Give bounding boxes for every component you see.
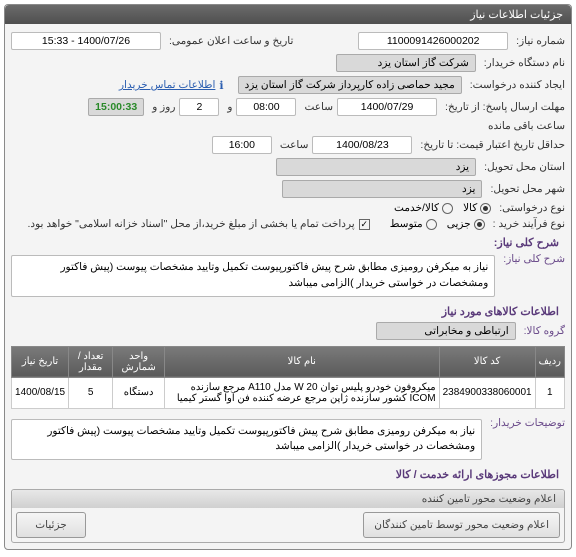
deadline-label: مهلت ارسال پاسخ: از تاریخ: <box>441 101 565 113</box>
td-date: 1400/08/15 <box>12 377 69 408</box>
public-date-input[interactable] <box>11 32 161 50</box>
delivery-province-value: یزد <box>276 158 476 176</box>
days-input[interactable] <box>179 98 219 116</box>
radio-goods[interactable]: کالا <box>463 202 491 214</box>
process-radios: جزیی متوسط <box>390 218 485 230</box>
permits-title: اطلاعات مجوزهای ارائه خدمت / کالا <box>11 464 565 483</box>
radio-service-label: کالا/خدمت <box>394 202 439 214</box>
req-number-input[interactable] <box>358 32 508 50</box>
req-number-label: شماره نیاز: <box>512 35 565 47</box>
radio-low-label: جزیی <box>447 218 471 230</box>
th-unit: واحد شمارش <box>113 346 165 377</box>
public-date-label: تاریخ و ساعت اعلان عمومی: <box>165 35 293 47</box>
notes-text: نیاز به میکرفن رومیزی مطابق شرح پیش فاکت… <box>11 419 482 461</box>
payment-checkbox[interactable] <box>359 219 370 230</box>
group-value: ارتباطی و مخابراتی <box>376 322 516 340</box>
group-label: گروه کالا: <box>520 325 565 337</box>
deadline-time-input[interactable] <box>236 98 296 116</box>
radio-goods-label: کالا <box>463 202 477 214</box>
notes-label: توضیحات خریدار: <box>486 417 565 429</box>
credit-time-input[interactable] <box>212 136 272 154</box>
goods-title: اطلاعات کالاهای مورد نیاز <box>11 301 565 320</box>
time-label-2: ساعت <box>276 139 309 151</box>
panel-title: جزئیات اطلاعات نیاز <box>5 5 571 24</box>
main-panel: جزئیات اطلاعات نیاز شماره نیاز: تاریخ و … <box>4 4 572 550</box>
radio-icon <box>480 203 491 214</box>
goods-table: ردیف کد کالا نام کالا واحد شمارش تعداد /… <box>11 346 565 409</box>
table-header-row: ردیف کد کالا نام کالا واحد شمارش تعداد /… <box>12 346 565 377</box>
th-date: تاریخ نیاز <box>12 346 69 377</box>
radio-service[interactable]: کالا/خدمت <box>394 202 453 214</box>
and-label: و <box>223 101 232 113</box>
credit-label: حداقل تاریخ اعتبار قیمت: تا تاریخ: <box>416 139 565 151</box>
contact-link[interactable]: اطلاعات تماس خریدار <box>119 79 215 91</box>
time-label-1: ساعت <box>300 101 333 113</box>
table-row[interactable]: 1 2384900338060001 میکروفون خودرو پلیس ت… <box>12 377 565 408</box>
delivery-city-value: یزد <box>282 180 482 198</box>
summary-label: شرح کلی نیاز: <box>499 253 565 265</box>
th-name: نام کالا <box>165 346 440 377</box>
requester-value: مجید حماصی زاده کارپرداز شرکت گاز استان … <box>238 76 462 94</box>
deadline-date-input[interactable] <box>337 98 437 116</box>
subpanel-header: اعلام وضعیت محور تامین کننده <box>12 490 564 508</box>
item-type-label: نوع درخواستی: <box>495 202 565 214</box>
radio-icon <box>426 219 437 230</box>
radio-icon <box>474 219 485 230</box>
payment-note: پرداخت تمام یا بخشی از مبلغ خرید،از محل … <box>24 218 355 230</box>
requester-label: ایجاد کننده درخواست: <box>466 79 565 91</box>
radio-mid[interactable]: متوسط <box>390 218 437 230</box>
td-idx: 1 <box>535 377 564 408</box>
buyer-org-label: نام دستگاه خریدار: <box>480 57 565 69</box>
buyer-org-value: شرکت گاز استان یزد <box>336 54 476 72</box>
tab-supplier-status[interactable]: اعلام وضعیت محور توسط تامین کنندگان <box>363 512 560 538</box>
details-button[interactable]: جزئیات <box>16 512 86 538</box>
radio-icon <box>442 203 453 214</box>
process-label: نوع فرآیند خرید : <box>489 218 565 230</box>
th-qty: تعداد / مقدار <box>69 346 113 377</box>
item-type-radios: کالا کالا/خدمت <box>394 202 491 214</box>
delivery-province-label: استان محل تحویل: <box>480 161 565 173</box>
bottom-subpanel: اعلام وضعیت محور تامین کننده اعلام وضعیت… <box>11 489 565 543</box>
credit-date-input[interactable] <box>312 136 412 154</box>
th-idx: ردیف <box>535 346 564 377</box>
th-code: کد کالا <box>439 346 535 377</box>
days-label: روز و <box>148 101 175 113</box>
delivery-city-label: شهر محل تحویل: <box>486 183 565 195</box>
summary-title: شرح کلی نیاز: <box>11 232 565 251</box>
info-icon: ℹ <box>219 79 223 92</box>
td-unit: دستگاه <box>113 377 165 408</box>
td-name: میکروفون خودرو پلیس توان 20 W مدل A110 م… <box>165 377 440 408</box>
summary-text: نیاز به میکرفن رومیزی مطابق شرح پیش فاکت… <box>11 255 495 297</box>
remaining-label: ساعت باقی مانده <box>484 120 565 132</box>
td-qty: 5 <box>69 377 113 408</box>
radio-low[interactable]: جزیی <box>447 218 485 230</box>
countdown-value: 15:00:33 <box>88 98 144 116</box>
radio-mid-label: متوسط <box>390 218 423 230</box>
td-code: 2384900338060001 <box>439 377 535 408</box>
